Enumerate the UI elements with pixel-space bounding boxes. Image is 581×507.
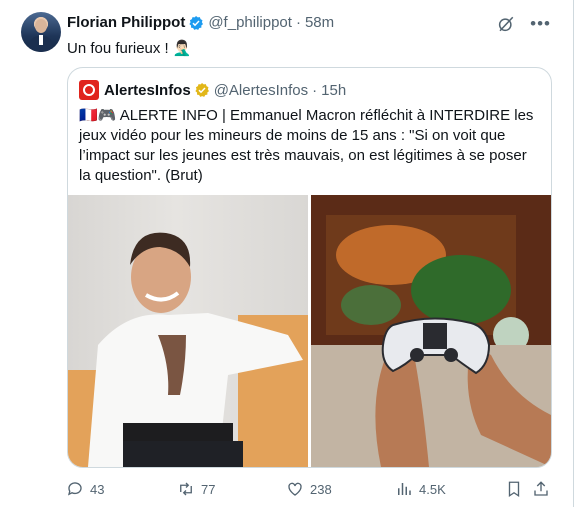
views-count: 4.5K [419, 481, 446, 497]
tweet-header: Florian Philippot @f_philippot · 58m [67, 14, 334, 31]
alertesinfos-logo [79, 80, 99, 100]
photo-macron[interactable] [68, 195, 308, 467]
bookmark-button[interactable] [505, 480, 529, 498]
quoted-time: 15h [321, 81, 347, 99]
quoted-text: 🇫🇷🎮 ALERTE INFO | Emmanuel Macron réfléc… [79, 107, 534, 184]
reply-icon [67, 482, 82, 496]
like-button[interactable]: 238 [286, 480, 332, 498]
reply-count: 43 [90, 481, 105, 497]
more-icon[interactable]: ••• [530, 14, 551, 34]
views-button[interactable]: 4.5K [395, 480, 446, 498]
repost-count: 77 [201, 481, 216, 497]
photo-controller-illustration [311, 195, 551, 467]
author-name[interactable]: Florian Philippot [67, 14, 185, 31]
author-handle[interactable]: @f_philippot [208, 14, 292, 31]
verified-badge-icon [189, 15, 204, 30]
quoted-author-handle: @AlertesInfos [213, 81, 309, 99]
grok-icon[interactable] [497, 15, 515, 33]
photo-gaming-controller[interactable] [311, 195, 551, 467]
bookmark-icon [508, 481, 520, 498]
verified-badge-icon [195, 83, 209, 97]
tweet-time[interactable]: 58m [305, 14, 334, 31]
quoted-author-name: AlertesInfos [104, 81, 191, 99]
share-button[interactable] [532, 480, 556, 498]
avatar-head [35, 19, 47, 33]
quoted-separator: · [312, 81, 318, 99]
header-separator: · [295, 14, 301, 31]
tweet-text: Un fou furieux ! 🤦🏻‍♂️ [67, 40, 192, 57]
like-count: 238 [310, 481, 332, 497]
tweet-actions: 43 77 238 4.5K [66, 480, 553, 500]
avatar[interactable] [21, 12, 61, 52]
photo-macron-illustration [68, 232, 308, 467]
avatar-shirt [39, 35, 43, 45]
repost-icon [180, 482, 192, 496]
repost-button[interactable]: 77 [177, 480, 215, 498]
timeline-column: Florian Philippot @f_philippot · 58m •••… [0, 0, 574, 507]
views-icon [398, 483, 411, 495]
like-icon [288, 482, 302, 496]
quoted-media [68, 195, 551, 467]
share-icon [534, 481, 548, 496]
quoted-tweet[interactable]: AlertesInfos @AlertesInfos · 15h 🇫🇷🎮 ALE… [67, 67, 552, 468]
reply-button[interactable]: 43 [66, 480, 104, 498]
quoted-header: AlertesInfos @AlertesInfos · 15h [79, 80, 346, 100]
